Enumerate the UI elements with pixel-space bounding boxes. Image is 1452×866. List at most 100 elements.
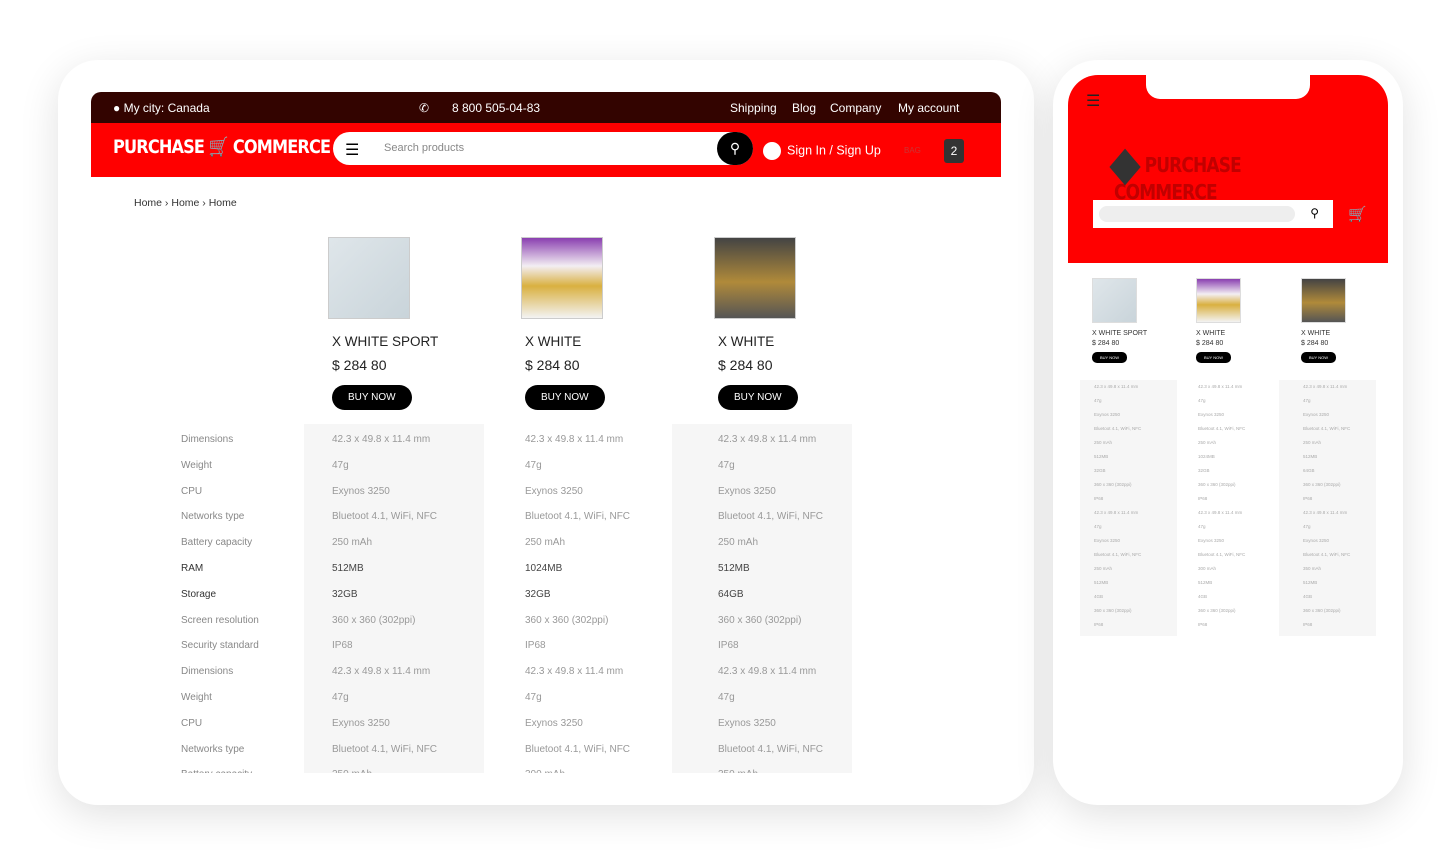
spec-value: Bluetoot 4.1, WiFi, NFC [1094, 426, 1142, 431]
spec-value: 1024MB [1198, 454, 1215, 459]
tablet-screen: ● My city: Canada ✆ 8 800 505-04-83 Ship… [91, 92, 1001, 773]
product-name[interactable]: X WHITE [1301, 330, 1388, 337]
spec-value: Bluetoot 4.1, WiFi, NFC [718, 743, 824, 755]
mobile-header: ☰ PURCHASE COMMERCE ⚲ 🛒 [1068, 75, 1388, 263]
phone-notch [1146, 75, 1310, 99]
user-icon [763, 142, 781, 160]
spec-value: Exynos 3250 [718, 485, 776, 497]
spec-value: 512MB [1094, 454, 1109, 459]
product-image[interactable] [521, 237, 603, 319]
spec-value: 47g [1094, 524, 1102, 529]
product-name[interactable]: X WHITE [718, 334, 894, 349]
header: PURCHASE 🛒 COMMERCE ☰ Search products ⚲ … [91, 123, 1001, 177]
spec-label: Networks type [181, 511, 245, 523]
spec-value: 42.3 x 49.8 x 11.4 mm [1303, 510, 1348, 515]
link-shipping[interactable]: Shipping [730, 101, 777, 115]
spec-value: 42.3 x 49.8 x 11.4 mm [718, 666, 817, 678]
spec-value: IP68 [1094, 496, 1104, 501]
spec-value: 360 x 360 (302ppi) [1303, 482, 1341, 487]
spec-value: 47g [1094, 398, 1102, 403]
spec-value: Bluetoot 4.1, WiFi, NFC [1303, 426, 1351, 431]
search-bar: ☰ Search products ⚲ [333, 132, 753, 165]
product-price: $ 284 80 [1301, 340, 1329, 347]
phone-number[interactable]: 8 800 505-04-83 [452, 101, 540, 115]
buy-now-button[interactable]: BUY NOW [1196, 352, 1232, 363]
buy-now-button[interactable]: BUY NOW [718, 385, 798, 410]
cart-icon[interactable]: 🛒 [1348, 205, 1367, 223]
spec-value: 512MB [1303, 454, 1318, 459]
spec-value: 1024MB [525, 562, 563, 574]
spec-value: Exynos 3250 [1198, 538, 1225, 543]
phone-icon: ✆ [419, 101, 430, 115]
spec-label: Security standard [181, 640, 259, 652]
spec-value: IP68 [1198, 496, 1208, 501]
spec-value: 250 mAh [1303, 440, 1322, 445]
product-name[interactable]: X WHITE [525, 334, 701, 349]
product-name[interactable]: X WHITE [1196, 330, 1286, 337]
product-image[interactable] [1301, 278, 1346, 323]
spec-value: 350 mAh [718, 759, 898, 773]
spec-value: 360 x 360 (302ppi) [525, 614, 609, 626]
spec-value: 4GB [1094, 594, 1104, 599]
spec-label: Dimensions [181, 666, 234, 678]
spec-value: 32GB [525, 588, 551, 600]
spec-value: Exynos 3250 [1303, 412, 1330, 417]
spec-value: 350 mAh [1303, 566, 1322, 571]
product-image[interactable] [1196, 278, 1241, 323]
spec-value: Exynos 3250 [1303, 538, 1330, 543]
spec-value: 32GB [1094, 468, 1106, 473]
search-button[interactable]: ⚲ [717, 132, 753, 165]
spec-value: 4GB [1198, 594, 1208, 599]
mobile-product-card: X WHITE $ 284 80 BUY NOW [1196, 278, 1286, 363]
buy-now-button[interactable]: BUY NOW [525, 385, 605, 410]
spec-value: 47g [718, 691, 735, 703]
spec-value: Bluetoot 4.1, WiFi, NFC [1198, 552, 1246, 557]
bag-label: BAG [904, 146, 921, 155]
link-blog[interactable]: Blog [792, 101, 816, 115]
spec-value: Exynos 3250 [1198, 412, 1225, 417]
search-icon[interactable]: ⚲ [1310, 206, 1319, 220]
spec-values: 42.3 x 49.8 x 11.4 mm 47g Exynos 3250 Bluet… [718, 424, 898, 773]
logo[interactable]: PURCHASE 🛒 COMMERCE [113, 135, 331, 158]
menu-icon[interactable]: ☰ [345, 140, 359, 160]
mobile-search[interactable]: ⚲ [1093, 200, 1333, 228]
spec-value: 360 x 360 (302ppi) [1094, 608, 1132, 613]
spec-value: 250 mAh [1094, 440, 1113, 445]
spec-value: 64GB [718, 588, 744, 600]
spec-value: 360 x 360 (302ppi) [1198, 482, 1236, 487]
mobile-logo[interactable]: PURCHASE COMMERCE [1109, 148, 1347, 204]
product-name[interactable]: X WHITE SPORT [1092, 330, 1182, 337]
product-image[interactable] [328, 237, 410, 319]
city-selector[interactable]: ● My city: Canada [113, 101, 210, 115]
spec-value: 42.3 x 49.8 x 11.4 mm [1198, 510, 1243, 515]
sign-in-link[interactable]: Sign In / Sign Up [763, 142, 881, 160]
spec-label: CPU [181, 717, 203, 729]
spec-value: 47g [1303, 398, 1311, 403]
menu-icon[interactable]: ☰ [1086, 91, 1100, 111]
breadcrumb: Home › Home › Home [134, 197, 237, 209]
buy-now-button[interactable]: BUY NOW [1301, 352, 1337, 363]
buy-now-button[interactable]: BUY NOW [332, 385, 412, 410]
breadcrumb-item[interactable]: Home [209, 197, 237, 209]
product-price: $ 284 80 [332, 357, 387, 373]
product-price: $ 284 80 [1092, 340, 1120, 347]
breadcrumb-item[interactable]: Home [134, 197, 162, 209]
buy-now-button[interactable]: BUY NOW [1092, 352, 1128, 363]
spec-value: 47g [1198, 524, 1206, 529]
product-name[interactable]: X WHITE SPORT [332, 334, 508, 349]
spec-value: Bluetoot 4.1, WiFi, NFC [1198, 426, 1246, 431]
product-image[interactable] [714, 237, 796, 319]
spec-value: IP68 [718, 640, 739, 652]
link-company[interactable]: Company [830, 101, 881, 115]
spec-value: 47g [525, 459, 542, 471]
mobile-search-input[interactable] [1099, 206, 1295, 222]
link-my-account[interactable]: My account [898, 101, 959, 115]
spec-label: Battery capacity [181, 759, 381, 773]
spec-label: Storage [181, 588, 217, 600]
breadcrumb-item[interactable]: Home [171, 197, 199, 209]
spec-value: 47g [718, 459, 735, 471]
product-price: $ 284 80 [718, 357, 773, 373]
search-input[interactable]: Search products [384, 142, 464, 154]
product-image[interactable] [1092, 278, 1137, 323]
bag-button[interactable]: 2 [944, 139, 964, 163]
